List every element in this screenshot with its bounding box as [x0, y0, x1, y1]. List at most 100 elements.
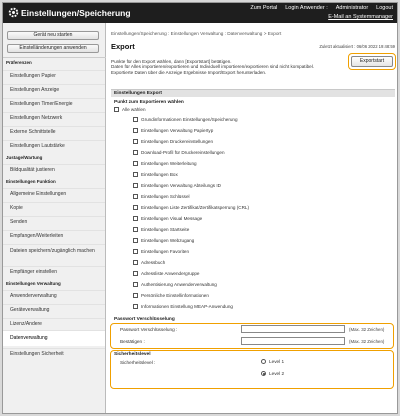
export-item-checkbox[interactable]: Download-Profil für Druckereinstellungen [133, 150, 225, 155]
export-item-label: Einstellungen Schlüssel [141, 194, 190, 199]
sidebar-item-timer[interactable]: Einstellungen Timer/Energie [3, 98, 105, 110]
sidebar-item-destinations[interactable]: Empfänger einstellen [3, 266, 105, 278]
checkbox-box[interactable] [133, 128, 138, 133]
export-item-checkbox[interactable]: Einstellungen Weiterleitung [133, 161, 197, 166]
export-item-checkbox[interactable]: Einstellungen Verwaltung Papiertyp [133, 128, 213, 133]
export-item-checkbox[interactable]: Einstellungen Box [133, 172, 178, 177]
sidebar-item-device-mgmt[interactable]: Geräteverwaltung [3, 304, 105, 316]
sidebar-item-common[interactable]: Allgemeine Einstellungen [3, 188, 105, 200]
export-item-label: Einstellungen Verwaltung Papiertyp [141, 128, 214, 133]
checkbox-box[interactable] [133, 161, 138, 166]
confirm-input[interactable] [241, 337, 345, 345]
sidebar-item-interface[interactable]: Externe Schnittstelle [3, 126, 105, 138]
app-title: Einstellungen/Speicherung [21, 8, 131, 18]
export-item-label: Adressbuch [141, 260, 166, 265]
export-item-label: Einstellungen Favoriten [141, 249, 190, 254]
level-2-radio[interactable]: Level 2 [261, 371, 284, 376]
export-item-label: Einstellungen Webzugang [141, 238, 195, 243]
checkbox-box[interactable] [133, 227, 138, 232]
export-item-checkbox[interactable]: Einstellungen Schlüssel [133, 194, 190, 199]
checkbox-box[interactable] [133, 238, 138, 243]
checkbox-box[interactable] [133, 194, 138, 199]
sidebar-item-display[interactable]: Einstellungen Anzeige [3, 84, 105, 96]
export-item-label: Adressliste Anwendergruppe [141, 271, 200, 276]
export-item-checkbox[interactable]: Einstellungen Webzugang [133, 238, 194, 243]
level-1-label: Level 1 [269, 359, 285, 364]
export-item-label: Einstellungen Verwaltung Abteilungs ID [141, 183, 221, 188]
sidebar-divider [3, 57, 106, 58]
sidebar-item-paper[interactable]: Einstellungen Papier [3, 70, 105, 82]
sidebar-heading-functions: Einstellungen Funktion [6, 179, 56, 184]
export-item-label: Einstellungen Visual Message [141, 216, 203, 221]
select-all-checkbox[interactable]: Alle wählen [114, 107, 146, 112]
checkbox-box[interactable] [133, 260, 138, 265]
checkbox-box[interactable] [133, 139, 138, 144]
level-1-radio[interactable]: Level 1 [261, 359, 284, 364]
login-user-label: Login Anwender : [285, 5, 328, 11]
breadcrumb: Einstellungen/Speicherung : Einstellunge… [111, 31, 282, 36]
export-item-checkbox[interactable]: Einstellungen Startseite [133, 227, 189, 232]
sidebar-item-license[interactable]: Lizenz/Andere [3, 318, 105, 330]
export-item-checkbox[interactable]: Einstellungen Druckereinstellungen [133, 139, 213, 144]
checkbox-box[interactable] [133, 282, 138, 287]
export-item-checkbox[interactable]: Informationen Einstellung MEAP-Anwendung [133, 304, 233, 309]
logout-link[interactable]: Logout [376, 5, 393, 11]
checkbox-box[interactable] [133, 117, 138, 122]
password-input[interactable] [241, 325, 345, 333]
export-item-checkbox[interactable]: Einstellungen Liste Zertifikat/Zertifika… [133, 205, 249, 210]
sidebar-item-receive[interactable]: Empfangen/Weiterleiten [3, 230, 105, 242]
email-admin-link[interactable]: E-Mail an Systemmanager [328, 14, 393, 20]
sidebar-item-copy[interactable]: Kopie [3, 202, 105, 214]
sidebar-item-security[interactable]: Einstellungen Sicherheit [3, 348, 105, 360]
export-item-checkbox[interactable]: Einstellungen Verwaltung Abteilungs ID [133, 183, 221, 188]
select-all-label: Alle wählen [122, 107, 146, 112]
sidebar-item-network[interactable]: Einstellungen Netzwerk [3, 112, 105, 124]
export-item-checkbox[interactable]: Einstellungen Visual Message [133, 216, 202, 221]
checkbox-box[interactable] [133, 150, 138, 155]
radio-button-selected[interactable] [261, 371, 266, 376]
password-max-hint: (Max. 32 Zeichen) [349, 327, 385, 332]
password-heading: Passwort Verschlüsselung [114, 317, 175, 322]
sidebar-item-user-mgmt[interactable]: Anwenderverwaltung [3, 290, 105, 302]
checkbox-box[interactable] [133, 249, 138, 254]
checkbox-box[interactable] [114, 107, 119, 112]
checkbox-box[interactable] [133, 293, 138, 298]
sidebar-item-data-mgmt[interactable]: Datenverwaltung [3, 330, 105, 346]
export-item-label: Informationen Einstellung MEAP-Anwendung [141, 304, 233, 309]
export-start-button[interactable]: Exportstart [351, 56, 393, 67]
checkbox-box[interactable] [133, 271, 138, 276]
export-item-checkbox[interactable]: Persönliche Einstellinformationen [133, 293, 209, 298]
sidebar-item-send[interactable]: Senden [3, 216, 105, 228]
level-2-label: Level 2 [269, 371, 285, 376]
items-heading: Punkt zum Exportieren wählen [114, 100, 184, 105]
export-item-label: Grundinformationen Einstellungen/Speiche… [141, 117, 238, 122]
export-item-checkbox[interactable]: Grundinformationen Einstellungen/Speiche… [133, 117, 238, 122]
user-name: Administrator [335, 5, 369, 11]
checkbox-box[interactable] [133, 304, 138, 309]
settings-gear-icon [8, 7, 19, 18]
restart-device-button[interactable]: Gerät neu starten [7, 31, 99, 40]
export-item-checkbox[interactable]: Authentisierung Anwenderverwaltung [133, 282, 217, 287]
apply-changes-button[interactable]: Einstelländerungen anwenden [7, 44, 99, 53]
sidebar-item-image-quality[interactable]: Bildqualität justieren [3, 164, 105, 176]
page-title: Export [111, 42, 135, 51]
checkbox-box[interactable] [133, 216, 138, 221]
radio-button[interactable] [261, 359, 266, 364]
password-label: Passwort Verschlüsselung : [120, 327, 178, 332]
checkbox-box[interactable] [133, 205, 138, 210]
sidebar-heading-maintenance: Justage/Wartung [6, 155, 43, 160]
export-item-checkbox[interactable]: Adressbuch [133, 260, 165, 265]
export-item-checkbox[interactable]: Einstellungen Favoriten [133, 249, 189, 254]
last-updated: Zuletzt aktualisiert : 06/06 2022 19:48:… [319, 44, 395, 49]
app-window: Einstellungen/Speicherung Zum Portal Log… [2, 2, 398, 414]
checkbox-box[interactable] [133, 172, 138, 177]
sidebar-heading-management: Einstellungen Verwaltung [6, 281, 61, 286]
sidebar-item-store-files[interactable]: Dateien speichern/zugänglich machen [3, 244, 105, 264]
checkbox-box[interactable] [133, 183, 138, 188]
security-highlight [110, 350, 394, 389]
sidebar: Gerät neu starten Einstelländerungen anw… [3, 23, 106, 413]
sidebar-heading-preferences: Präferenzen [6, 60, 32, 65]
export-item-checkbox[interactable]: Adressliste Anwendergruppe [133, 271, 199, 276]
sidebar-item-volume[interactable]: Einstellungen Lautstärke [3, 140, 105, 152]
portal-link[interactable]: Zum Portal [250, 5, 277, 11]
